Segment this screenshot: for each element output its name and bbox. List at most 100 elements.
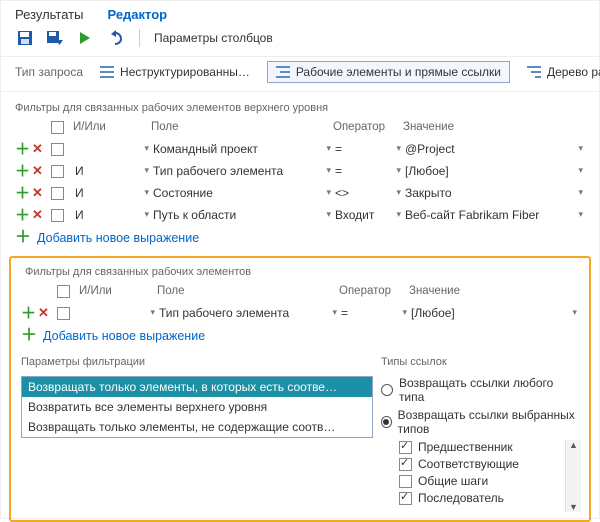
delete-row-icon[interactable]: ✕ <box>32 164 43 179</box>
row-checkbox[interactable] <box>51 143 64 156</box>
chevron-down-icon: ▾ <box>144 165 149 176</box>
chevron-down-icon: ▾ <box>144 143 149 154</box>
link-types-radio-any[interactable]: Возвращать ссылки любого типа <box>381 376 581 404</box>
chevron-down-icon: ▾ <box>396 143 401 154</box>
plus-icon: ＋ <box>15 230 31 246</box>
link-types-radio-selected[interactable]: Возвращать ссылки выбранных типов <box>381 408 581 436</box>
filter-params-item[interactable]: Возвращать только элементы, в которых ес… <box>22 377 372 397</box>
link-type-item[interactable]: Соответствующие <box>399 457 519 471</box>
add-expression-label: Добавить новое выражение <box>37 231 199 245</box>
link-types-radio-any-label: Возвращать ссылки любого типа <box>399 376 581 404</box>
toolbar-separator <box>139 29 140 47</box>
operator-dropdown[interactable]: =▾ <box>333 161 403 181</box>
andor-dropdown[interactable]: И▾ <box>73 183 151 203</box>
link-types-radio-selected-label: Возвращать ссылки выбранных типов <box>398 408 581 436</box>
direct-links-icon <box>276 66 290 78</box>
link-type-item[interactable]: Последователь <box>399 491 519 505</box>
linked-select-all-checkbox[interactable] <box>57 285 70 298</box>
link-type-label: Предшественник <box>418 440 513 454</box>
delete-row-icon[interactable]: ✕ <box>32 186 43 201</box>
query-type-tree[interactable]: Дерево рабо… <box>518 61 600 83</box>
andor-dropdown[interactable]: ▾ <box>73 139 151 159</box>
value-dropdown[interactable]: @Project▾ <box>403 139 585 159</box>
link-type-item[interactable]: Общие шаги <box>399 474 519 488</box>
col-val: Значение <box>409 285 579 297</box>
operator-dropdown[interactable]: =▾ <box>333 139 403 159</box>
delete-row-icon[interactable]: ✕ <box>38 306 49 321</box>
chevron-down-icon: ▾ <box>332 307 337 318</box>
chevron-down-icon: ▾ <box>578 209 583 220</box>
chevron-down-icon: ▾ <box>396 209 401 220</box>
select-all-checkbox[interactable] <box>51 121 64 134</box>
scroll-up-icon[interactable]: ▲ <box>566 440 581 450</box>
save-icon[interactable] <box>15 28 35 48</box>
tab-results[interactable]: Результаты <box>15 7 83 22</box>
andor-dropdown[interactable]: ▾ <box>79 303 157 323</box>
add-expression-top[interactable]: ＋ Добавить новое выражение <box>1 226 599 254</box>
col-andor: И/Или <box>79 285 157 297</box>
query-type-flat-label: Неструктурированны… <box>120 65 250 79</box>
add-row-icon[interactable]: ＋ <box>15 208 30 223</box>
filter-params-item[interactable]: Возвратить все элементы верхнего уровня <box>22 397 372 417</box>
link-type-label: Последователь <box>418 491 504 505</box>
field-dropdown[interactable]: Командный проект▾ <box>151 139 333 159</box>
filter-row: ＋ ✕ И▾ Тип рабочего элемента▾ =▾ [Любое]… <box>1 160 599 182</box>
operator-dropdown[interactable]: Входит▾ <box>333 205 403 225</box>
chevron-down-icon: ▾ <box>326 209 331 220</box>
field-dropdown[interactable]: Тип рабочего элемента▾ <box>151 161 333 181</box>
chevron-down-icon: ▾ <box>326 143 331 154</box>
add-row-icon[interactable]: ＋ <box>15 186 30 201</box>
add-row-icon[interactable]: ＋ <box>21 306 36 321</box>
save-as-icon[interactable] <box>45 28 65 48</box>
andor-dropdown[interactable]: И▾ <box>73 205 151 225</box>
undo-icon[interactable] <box>105 28 125 48</box>
filter-row: ＋ ✕ И▾ Состояние▾ <>▾ Закрыто▾ <box>1 182 599 204</box>
value-dropdown[interactable]: [Любое]▾ <box>409 303 579 323</box>
add-row-icon[interactable]: ＋ <box>15 142 30 157</box>
scroll-down-icon[interactable]: ▼ <box>566 502 581 512</box>
link-types-title: Типы ссылок <box>381 354 581 372</box>
add-expression-linked[interactable]: ＋ Добавить новое выражение <box>11 324 589 352</box>
col-op: Оператор <box>333 121 403 133</box>
run-icon[interactable] <box>75 28 95 48</box>
operator-dropdown[interactable]: =▾ <box>339 303 409 323</box>
checkbox-icon[interactable] <box>399 441 412 454</box>
add-row-icon[interactable]: ＋ <box>15 164 30 179</box>
value-dropdown[interactable]: Закрыто▾ <box>403 183 585 203</box>
radio-icon <box>381 416 392 428</box>
field-dropdown[interactable]: Состояние▾ <box>151 183 333 203</box>
link-type-label: Соответствующие <box>418 457 519 471</box>
query-type-direct-links[interactable]: Рабочие элементы и прямые ссылки <box>267 61 510 83</box>
row-checkbox[interactable] <box>57 307 70 320</box>
filter-params-listbox[interactable]: Возвращать только элементы, в которых ес… <box>21 376 373 438</box>
col-field: Поле <box>157 285 339 297</box>
chevron-down-icon: ▾ <box>578 143 583 154</box>
query-type-flat[interactable]: Неструктурированны… <box>91 61 259 83</box>
chevron-down-icon: ▾ <box>326 187 331 198</box>
tab-editor[interactable]: Редактор <box>107 7 167 22</box>
row-checkbox[interactable] <box>51 209 64 222</box>
checkbox-icon[interactable] <box>399 458 412 471</box>
chevron-down-icon: ▾ <box>396 165 401 176</box>
col-op: Оператор <box>339 285 409 297</box>
column-params-button[interactable]: Параметры столбцов <box>154 31 273 45</box>
row-checkbox[interactable] <box>51 187 64 200</box>
delete-row-icon[interactable]: ✕ <box>32 208 43 223</box>
value-dropdown[interactable]: [Любое]▾ <box>403 161 585 181</box>
link-types-scrollbar[interactable]: ▲ ▼ <box>565 440 581 512</box>
top-filters-title: Фильтры для связанных рабочих элементов … <box>1 92 599 116</box>
value-dropdown[interactable]: Веб-сайт Fabrikam Fiber▾ <box>403 205 585 225</box>
row-checkbox[interactable] <box>51 165 64 178</box>
col-field: Поле <box>151 121 333 133</box>
checkbox-icon[interactable] <box>399 492 412 505</box>
filter-params-title: Параметры фильтрации <box>21 354 373 372</box>
radio-icon <box>381 384 393 396</box>
field-dropdown[interactable]: Тип рабочего элемента▾ <box>157 303 339 323</box>
andor-dropdown[interactable]: И▾ <box>73 161 151 181</box>
delete-row-icon[interactable]: ✕ <box>32 142 43 157</box>
filter-params-item[interactable]: Возвращать только элементы, не содержащи… <box>22 417 372 437</box>
operator-dropdown[interactable]: <>▾ <box>333 183 403 203</box>
field-dropdown[interactable]: Путь к области▾ <box>151 205 333 225</box>
link-type-item[interactable]: Предшественник <box>399 440 519 454</box>
checkbox-icon[interactable] <box>399 475 412 488</box>
